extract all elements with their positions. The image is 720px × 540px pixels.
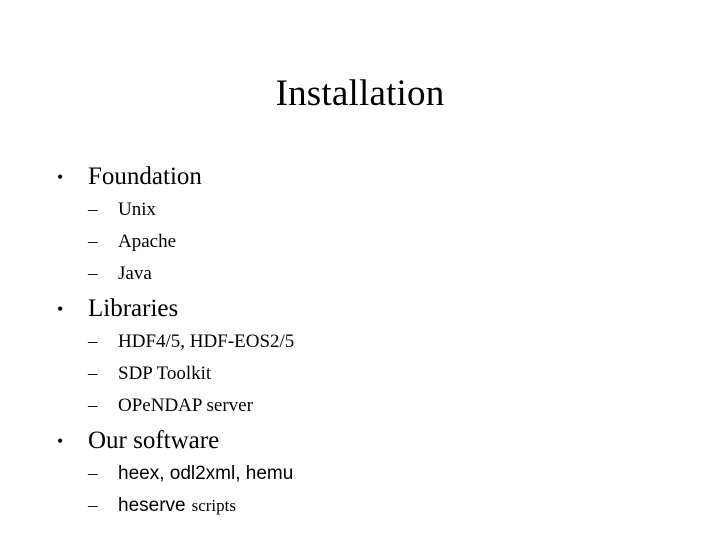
bullet-label-our-software: Our software [88, 427, 220, 454]
page-title: Installation [275, 73, 445, 114]
sub-bullet-label-unix: Unix [118, 199, 156, 220]
sub-bullet-label-hdf: HDF4/5, HDF-EOS2/5 [118, 331, 295, 352]
content-group-foundation: • Foundation – Unix – Apache – Java [0, 160, 720, 290]
sub-bullet-label-opendap-server: OPeNDAP server [118, 395, 253, 416]
slide-canvas: Installation • Foundation – Unix – Apach… [0, 0, 720, 540]
sub-bullet-label-heserve: heserve [118, 495, 186, 516]
sub-bullet-label-sdp-toolkit: SDP Toolkit [118, 363, 212, 384]
en-dash-icon: – [88, 263, 98, 284]
bullet-dot-icon: • [57, 431, 64, 451]
bullet-item-foundation: • Foundation [0, 160, 720, 194]
bullet-dot-icon: • [57, 167, 64, 187]
bullet-dot-icon: • [57, 299, 64, 319]
en-dash-icon: – [88, 231, 98, 252]
sub-bullet-label-java: Java [118, 263, 152, 284]
en-dash-icon: – [88, 363, 98, 384]
sub-bullet-label-apache: Apache [118, 231, 177, 252]
sub-bullet-item-hdf: – HDF4/5, HDF-EOS2/5 [0, 326, 720, 358]
en-dash-icon: – [88, 199, 98, 220]
en-dash-icon: – [88, 463, 98, 484]
content-group-our-software: • Our software – heex, odl2xml, hemu – h… [0, 424, 720, 522]
sub-bullet-item-unix: – Unix [0, 194, 720, 226]
bullet-item-our-software: • Our software [0, 424, 720, 458]
bullet-label-foundation: Foundation [88, 163, 202, 190]
content-group-libraries: • Libraries – HDF4/5, HDF-EOS2/5 – SDP T… [0, 292, 720, 422]
sub-bullet-item-sdp-toolkit: – SDP Toolkit [0, 358, 720, 390]
en-dash-icon: – [88, 331, 98, 352]
en-dash-icon: – [88, 495, 98, 516]
sub-bullet-label-heserve-suffix: scripts [191, 496, 236, 515]
bullet-label-libraries: Libraries [88, 295, 179, 322]
slide-body-content: • Foundation – Unix – Apache – Java • Li… [0, 160, 720, 522]
bullet-item-libraries: • Libraries [0, 292, 720, 326]
sub-bullet-item-opendap-server: – OPeNDAP server [0, 390, 720, 422]
sub-bullet-label-tools: heex, odl2xml, hemu [118, 463, 294, 484]
sub-bullet-item-heserve: – heserve scripts [0, 490, 720, 522]
sub-bullet-item-apache: – Apache [0, 226, 720, 258]
sub-bullet-item-java: – Java [0, 258, 720, 290]
en-dash-icon: – [88, 395, 98, 416]
sub-bullet-item-tools: – heex, odl2xml, hemu [0, 458, 720, 490]
